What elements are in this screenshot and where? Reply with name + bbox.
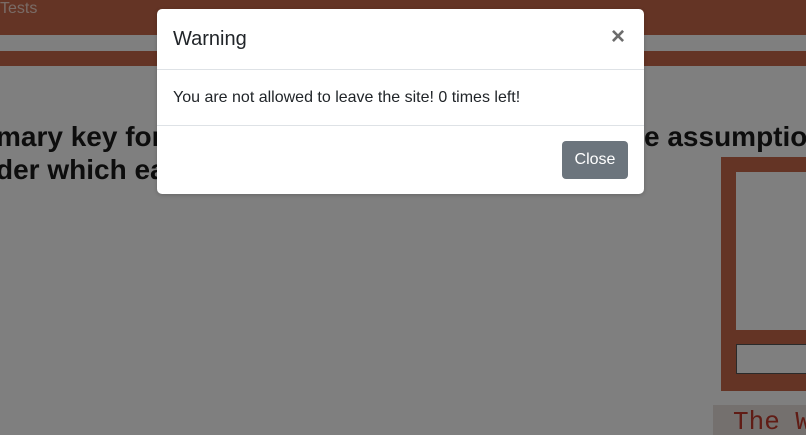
modal-header: Warning × — [157, 9, 644, 70]
modal-message: You are not allowed to leave the site! 0… — [173, 89, 521, 106]
modal-body: You are not allowed to leave the site! 0… — [157, 70, 644, 126]
warning-modal: Warning × You are not allowed to leave t… — [157, 9, 644, 194]
page: Tests mary key for e e assumption der wh… — [0, 0, 806, 435]
modal-footer: Close — [157, 126, 644, 194]
modal-title: Warning — [173, 28, 247, 50]
close-icon[interactable]: × — [608, 25, 628, 49]
close-button[interactable]: Close — [562, 141, 628, 179]
